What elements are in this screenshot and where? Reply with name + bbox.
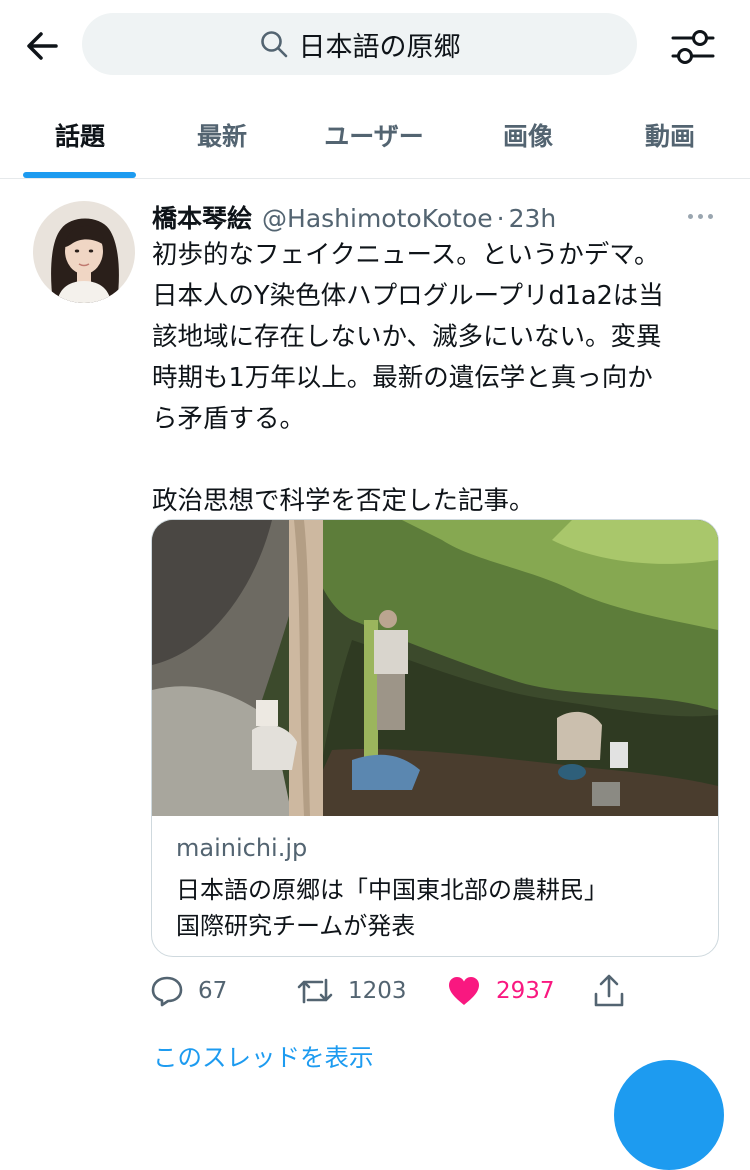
tab-videos[interactable]: 動画 (608, 92, 732, 178)
tweet-text-line: ら矛盾する。 (152, 404, 306, 434)
active-tab-indicator (23, 172, 136, 178)
tab-latest[interactable]: 最新 (160, 92, 284, 178)
card-title: 日本語の原郷は「中国東北部の農耕民」 国際研究チームが発表 (176, 872, 706, 944)
compose-button[interactable] (614, 1060, 724, 1170)
tweet-text-line: 政治思想で科学を否定した記事。 (152, 486, 535, 516)
link-card[interactable]: mainichi.jp 日本語の原郷は「中国東北部の農耕民」 国際研究チームが発… (151, 519, 719, 957)
search-filter-button[interactable] (666, 20, 720, 74)
back-button[interactable] (18, 22, 66, 70)
more-dots-icon (685, 213, 715, 219)
author-handle[interactable]: @HashimotoKotoe (262, 204, 493, 233)
card-domain: mainichi.jp (176, 834, 308, 862)
retweet-button[interactable]: 1203 (296, 971, 407, 1011)
tweet-timestamp[interactable]: 23h (509, 204, 557, 233)
reply-count: 67 (198, 978, 228, 1004)
tab-users[interactable]: ユーザー (300, 92, 448, 178)
back-arrow-icon (27, 32, 58, 60)
article-photo (152, 520, 718, 816)
reply-icon (151, 976, 183, 1007)
tab-top[interactable]: 話題 (18, 92, 142, 178)
author-name[interactable]: 橋本琴絵 (152, 199, 252, 235)
like-count: 2937 (496, 978, 555, 1004)
heart-icon (449, 977, 479, 1005)
tab-images[interactable]: 画像 (466, 92, 590, 178)
search-tabs: 話題 最新 ユーザー 画像 動画 (0, 92, 750, 179)
reply-button[interactable]: 67 (150, 971, 227, 1011)
like-button[interactable]: 2937 (446, 971, 555, 1011)
show-thread-link[interactable]: このスレッドを表示 (153, 1039, 374, 1074)
card-title-line: 国際研究チームが発表 (176, 912, 416, 940)
card-title-line: 日本語の原郷は「中国東北部の農耕民」 (176, 876, 608, 904)
search-icon (259, 29, 289, 59)
tweet-header: 橋本琴絵 @HashimotoKotoe · 23h (152, 199, 712, 235)
tweet-actions: 67 1203 2937 (150, 971, 730, 1011)
tweet[interactable]: 橋本琴絵 @HashimotoKotoe · 23h 初歩的なフェイクニュース。… (0, 179, 750, 1170)
retweet-count: 1203 (348, 978, 407, 1004)
tweet-text-line: 初歩的なフェイクニュース。というかデマ。 (152, 240, 660, 270)
share-button[interactable] (592, 971, 626, 1011)
share-icon (594, 974, 624, 1007)
filter-sliders-icon (671, 30, 715, 64)
more-options-button[interactable] (680, 201, 720, 231)
avatar[interactable] (33, 201, 135, 303)
retweet-icon (297, 978, 333, 1004)
header-separator: · (496, 204, 505, 233)
tweet-text: 初歩的なフェイクニュース。というかデマ。 日本人のY染色体ハプログループリd1a… (152, 235, 727, 522)
search-query: 日本語の原郷 (298, 31, 461, 63)
tweet-text-line: 該地域に存在しないか、滅多にいない。変異 (152, 322, 662, 352)
tweet-text-line: 日本人のY染色体ハプログループリd1a2は当 (152, 281, 664, 311)
tweet-text-line: 時期も1万年以上。最新の遺伝学と真っ向か (152, 363, 653, 393)
search-field[interactable]: 日本語の原郷 (82, 13, 637, 75)
top-bar: 日本語の原郷 (0, 0, 750, 92)
